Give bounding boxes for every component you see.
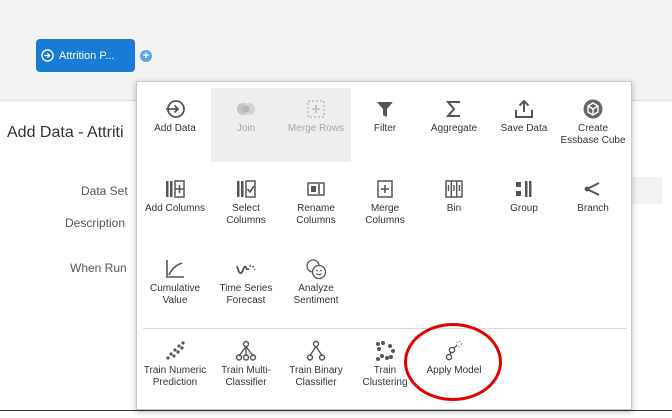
node-label: Attrition P... [59,49,115,62]
menu-item-time-series-forecast[interactable]: Time Series Forecast [211,258,281,307]
menu-item-train-binary-classifier[interactable]: Train Binary Classifier [281,340,351,389]
menu-item-select-columns[interactable]: Select Columns [211,178,281,227]
menu-item-merge-rows[interactable]: Merge Rows [281,98,351,135]
sentiment-icon [306,259,327,280]
page-title: Add Data - Attriti [7,124,124,141]
rename-columns-icon [307,182,325,196]
train-numeric-icon [166,341,185,360]
menu-item-cumulative-value[interactable]: Cumulative Value [140,258,210,307]
menu-item-rename-columns[interactable]: Rename Columns [281,178,351,227]
menu-item-join[interactable]: Join [211,98,281,135]
merge-rows-icon [307,100,325,118]
add-data-node-icon [41,49,54,62]
cumulative-icon [166,260,184,278]
menu-item-add-columns[interactable]: Add Columns [140,178,210,215]
train-clustering-icon [376,341,395,361]
menu-divider [143,328,627,329]
add-step-button[interactable]: + [140,50,152,62]
menu-item-analyze-sentiment[interactable]: Analyze Sentiment [281,258,351,307]
when-run-label: When Run [70,261,127,275]
menu-item-branch[interactable]: Branch [558,178,628,215]
menu-item-aggregate[interactable]: Aggregate [419,98,489,135]
data-set-label: Data Set [81,184,128,198]
forecast-icon [236,264,256,275]
attrition-node[interactable]: Attrition P... [36,39,135,72]
apply-model-highlight [404,323,502,401]
add-data-icon [166,100,185,118]
bottom-border [0,410,672,411]
sigma-icon [445,101,460,117]
select-columns-icon [237,180,256,198]
bin-icon [445,180,463,198]
description-label: Description [65,216,126,230]
merge-columns-icon [377,180,393,198]
train-binary-icon [306,340,326,361]
menu-item-merge-columns[interactable]: Merge Columns [350,178,420,227]
upload-icon [515,99,533,118]
data-set-field[interactable] [632,177,662,204]
menu-item-save-data[interactable]: Save Data [489,98,559,135]
menu-item-train-multi-classifier[interactable]: Train Multi-Classifier [211,340,281,389]
cube-icon [583,99,603,119]
menu-item-add-data[interactable]: Add Data [140,98,210,135]
add-columns-icon [166,180,185,198]
train-multi-icon [235,340,257,361]
branch-icon [584,182,600,196]
menu-item-create-essbase-cube[interactable]: Create Essbase Cube [558,98,628,147]
menu-item-bin[interactable]: Bin [419,178,489,215]
filter-icon [377,102,393,117]
menu-item-group[interactable]: Group [489,178,559,215]
join-icon [237,103,255,115]
group-icon [516,181,532,197]
menu-item-filter[interactable]: Filter [350,98,420,135]
menu-item-train-numeric-prediction[interactable]: Train Numeric Prediction [140,340,210,389]
add-step-menu: Add Data Join Merge Rows Filter Aggregat… [136,81,632,410]
